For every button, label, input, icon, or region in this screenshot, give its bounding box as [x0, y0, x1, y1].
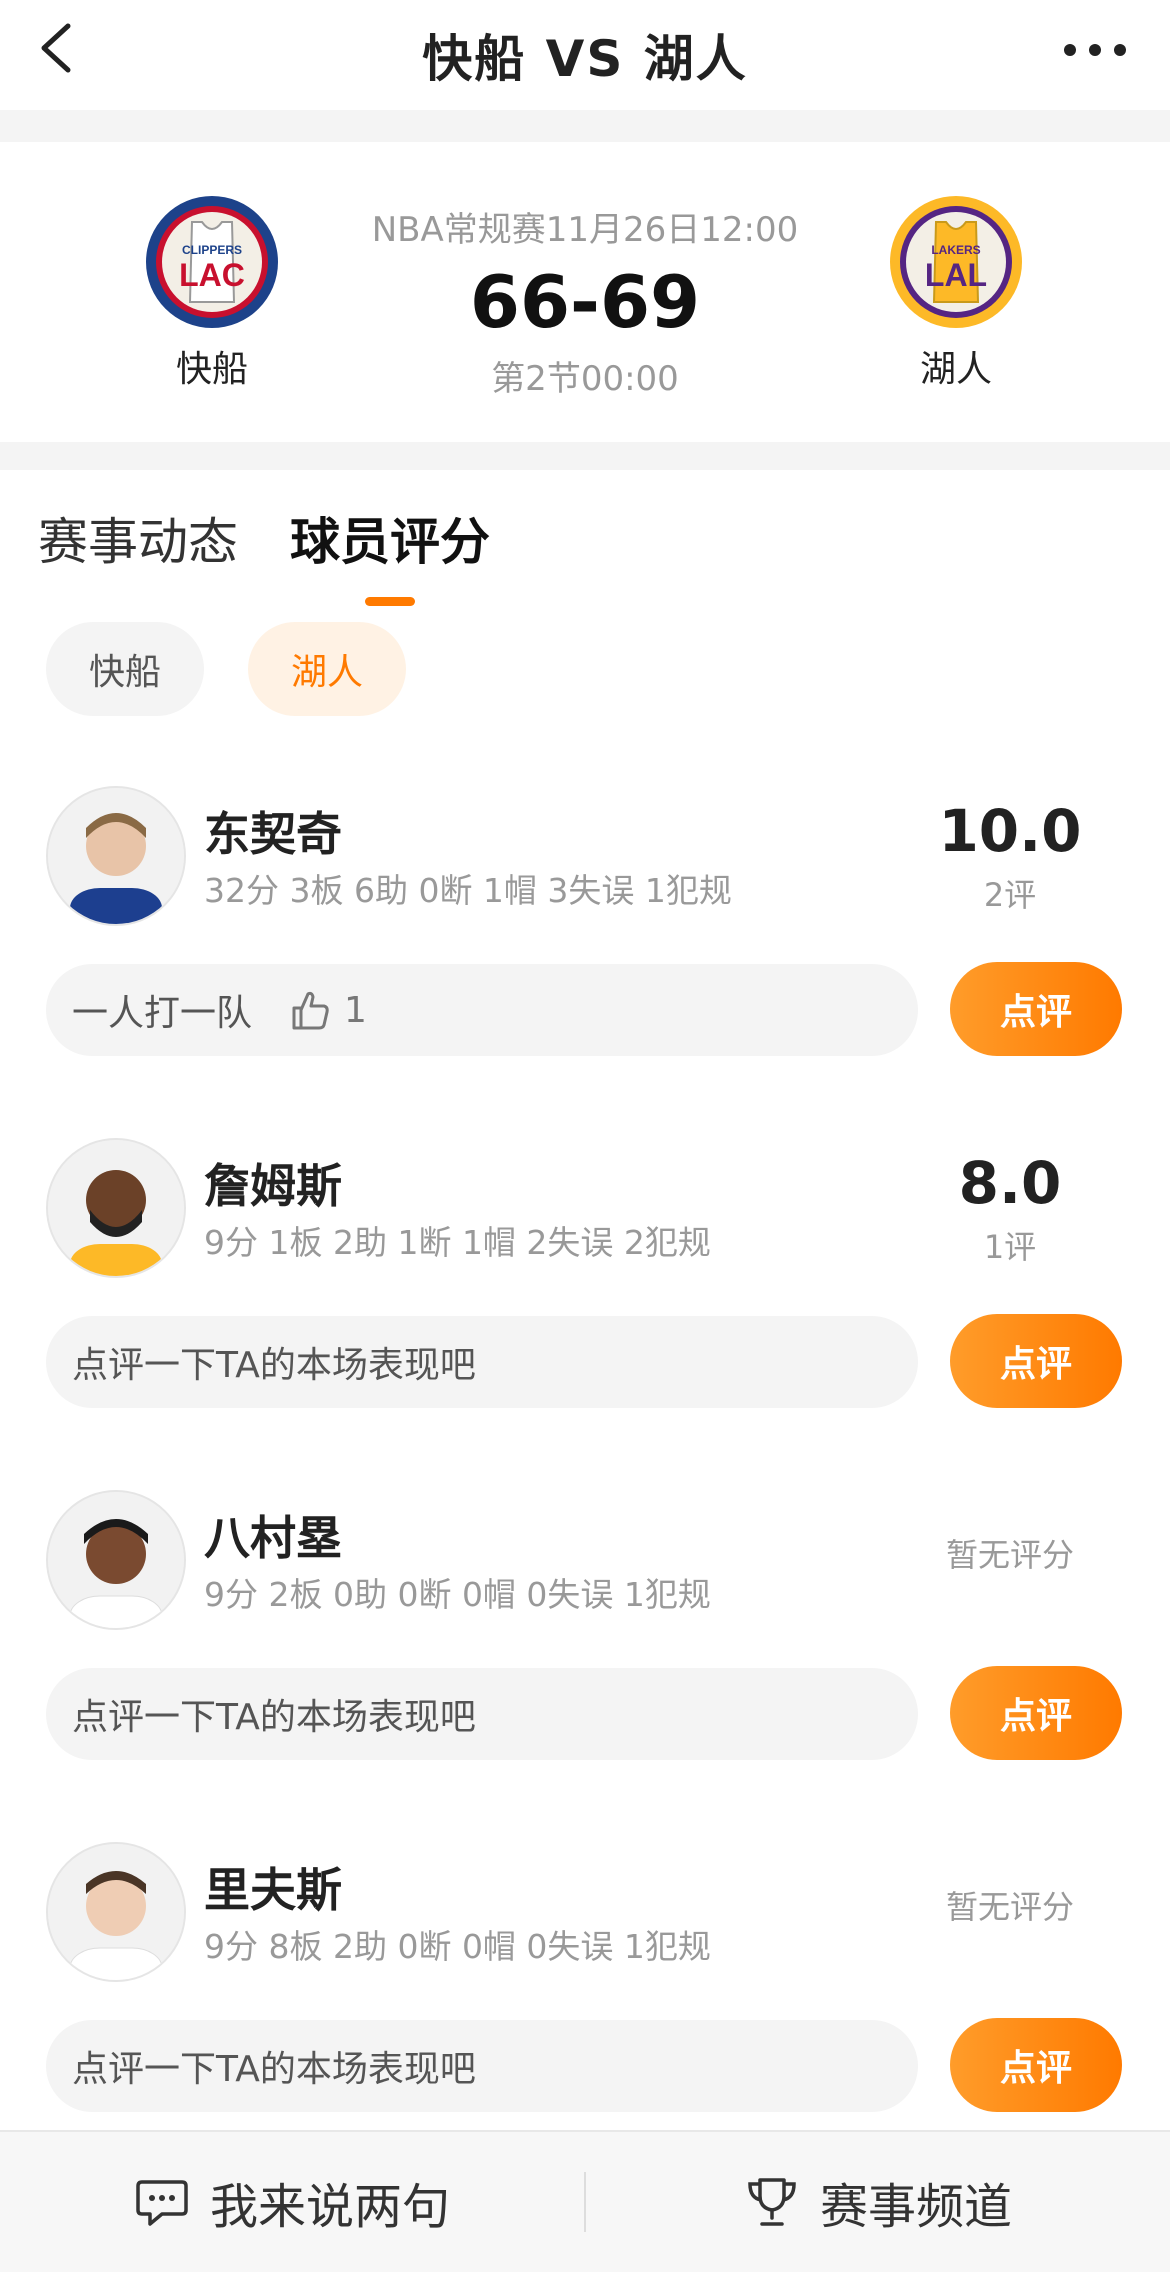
comment-box[interactable]: 一人打一队 1 — [46, 964, 918, 1056]
match-channel-label: 赛事频道 — [819, 2179, 1012, 2235]
comment-box[interactable]: 点评一下TA的本场表现吧 — [46, 1316, 918, 1408]
avatar[interactable] — [46, 1490, 186, 1630]
player-name: 詹姆斯 — [204, 1159, 342, 1213]
comment-box[interactable]: 点评一下TA的本场表现吧 — [46, 2020, 918, 2112]
away-team-name: 湖人 — [919, 349, 992, 390]
player-avatar-image — [48, 1844, 184, 1980]
team-filter: 快船 湖人 — [46, 622, 406, 716]
top-bar: 快船 VS 湖人 — [0, 0, 1170, 110]
home-team-name: 快船 — [175, 349, 248, 390]
player-rating: 10.0 2评 — [910, 796, 1110, 916]
review-button[interactable]: 点评 — [950, 1314, 1122, 1408]
svg-text:LAL: LAL — [925, 257, 987, 293]
player-avatar-image — [48, 788, 184, 924]
avatar[interactable] — [46, 1842, 186, 1982]
tab-bar: 赛事动态 球员评分 — [38, 502, 490, 606]
like-button[interactable]: 1 — [288, 988, 367, 1032]
tab-player-ratings[interactable]: 球员评分 — [290, 502, 490, 606]
match-info: NBA常规赛11月26日12:00 — [371, 210, 799, 250]
review-button[interactable]: 点评 — [950, 2018, 1122, 2112]
comment-placeholder: 点评一下TA的本场表现吧 — [72, 2049, 476, 2090]
match-score: 66-69 — [469, 260, 701, 344]
player-rating: 暂无评分 — [910, 1500, 1110, 1576]
review-button[interactable]: 点评 — [950, 962, 1122, 1056]
svg-text:CLIPPERS: CLIPPERS — [182, 243, 242, 257]
comment-box[interactable]: 点评一下TA的本场表现吧 — [46, 1668, 918, 1760]
match-card: CLIPPERS LAC 快船 NBA常规赛11月26日12:00 66-69 … — [0, 142, 1170, 442]
match-center: NBA常规赛11月26日12:00 66-69 第2节00:00 — [335, 202, 835, 400]
chip-lakers[interactable]: 湖人 — [248, 622, 406, 716]
chevron-left-icon[interactable] — [30, 18, 90, 78]
player-rating: 暂无评分 — [910, 1852, 1110, 1928]
away-team[interactable]: LAKERS LAL 湖人 — [856, 192, 1056, 392]
lakers-logo: LAKERS LAL — [890, 196, 1022, 328]
svg-text:LAKERS: LAKERS — [931, 243, 980, 257]
avatar[interactable] — [46, 786, 186, 926]
player-stats: 9分 2板 0助 0断 0帽 0失误 1犯规 — [204, 1575, 711, 1614]
rating-value: 10.0 — [938, 797, 1082, 865]
rating-value: 8.0 — [958, 1149, 1062, 1217]
player-rating: 8.0 1评 — [910, 1148, 1110, 1268]
chip-clippers[interactable]: 快船 — [46, 622, 204, 716]
match-period: 第2节00:00 — [491, 359, 679, 399]
player-avatar-image — [48, 1140, 184, 1276]
chat-icon — [136, 2180, 188, 2226]
like-count: 1 — [344, 989, 367, 1031]
tab-label: 球员评分 — [290, 513, 490, 571]
match-channel-button[interactable]: 赛事频道 — [586, 2167, 1170, 2237]
active-tab-indicator — [365, 597, 415, 606]
no-rating-text: 暂无评分 — [945, 1536, 1074, 1574]
comment-placeholder: 点评一下TA的本场表现吧 — [72, 1345, 476, 1386]
player-stats: 9分 1板 2助 1断 1帽 2失误 2犯规 — [204, 1223, 711, 1262]
comment-placeholder: 点评一下TA的本场表现吧 — [72, 1697, 476, 1738]
no-rating-text: 暂无评分 — [945, 1888, 1074, 1926]
player-name: 里夫斯 — [204, 1863, 342, 1917]
review-button[interactable]: 点评 — [950, 1666, 1122, 1760]
tab-match-events[interactable]: 赛事动态 — [38, 502, 238, 574]
comment-entry-label: 我来说两句 — [209, 2179, 450, 2235]
player-row: 东契奇 32分 3板 6助 0断 1帽 3失误 1犯规 10.0 2评 一人打一… — [0, 786, 1170, 1086]
thumbs-up-icon — [292, 991, 329, 1030]
more-dots-icon[interactable] — [1060, 30, 1130, 70]
player-stats: 32分 3板 6助 0断 1帽 3失误 1犯规 — [204, 871, 732, 910]
player-name: 八村塁 — [204, 1511, 342, 1565]
player-row: 八村塁 9分 2板 0助 0断 0帽 0失误 1犯规 暂无评分 点评一下TA的本… — [0, 1490, 1170, 1790]
tab-label: 赛事动态 — [38, 513, 238, 571]
avatar[interactable] — [46, 1138, 186, 1278]
player-row: 里夫斯 9分 8板 2助 0断 0帽 0失误 1犯规 暂无评分 点评一下TA的本… — [0, 1842, 1170, 2142]
clippers-logo: CLIPPERS LAC — [146, 196, 278, 328]
rating-count: 1评 — [983, 1228, 1037, 1266]
trophy-icon — [748, 2178, 796, 2226]
comment-entry-button[interactable]: 我来说两句 — [0, 2167, 584, 2237]
player-row: 詹姆斯 9分 1板 2助 1断 1帽 2失误 2犯规 8.0 1评 点评一下TA… — [0, 1138, 1170, 1438]
player-stats: 9分 8板 2助 0断 0帽 0失误 1犯规 — [204, 1927, 711, 1966]
home-team[interactable]: CLIPPERS LAC 快船 — [112, 192, 312, 392]
top-comment: 一人打一队 — [72, 993, 253, 1034]
svg-text:LAC: LAC — [179, 257, 245, 293]
player-avatar-image — [48, 1492, 184, 1628]
page-title: 快船 VS 湖人 — [422, 30, 748, 88]
player-name: 东契奇 — [204, 807, 342, 861]
bottom-bar: 我来说两句 赛事频道 — [0, 2130, 1170, 2272]
rating-count: 2评 — [983, 876, 1037, 914]
ratings-panel: 赛事动态 球员评分 快船 湖人 东契奇 32分 3板 6助 0断 1帽 3失误 … — [0, 470, 1170, 2130]
